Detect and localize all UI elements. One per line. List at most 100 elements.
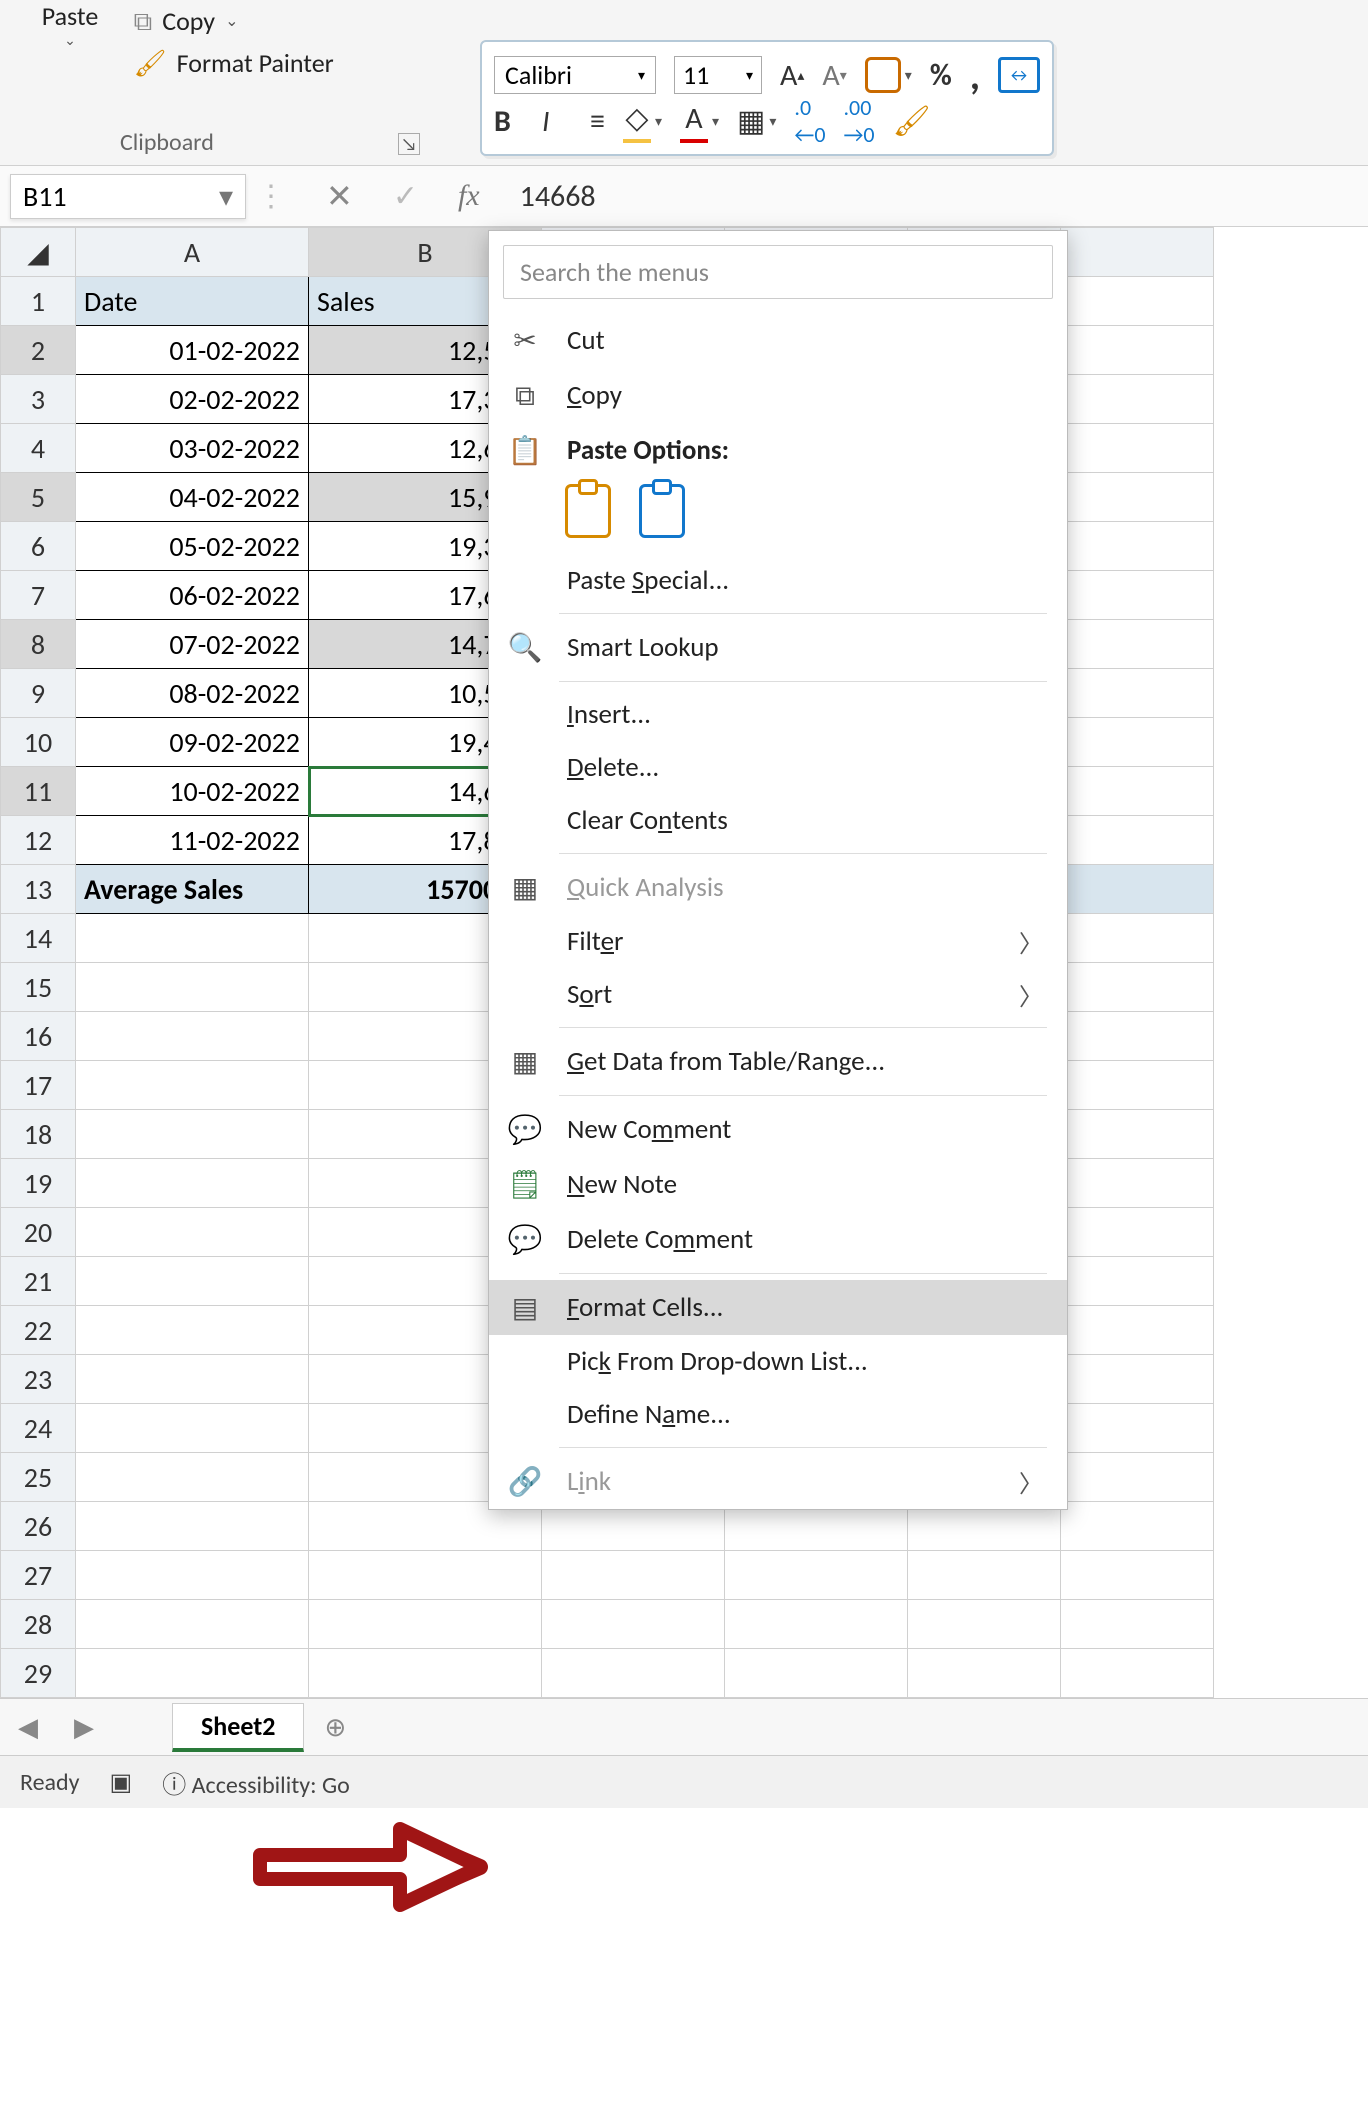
tab-nav-prev-icon[interactable]: ◀ [0,1711,56,1743]
italic-icon[interactable]: I [542,103,572,140]
menu-delete[interactable]: Delete... [489,741,1067,794]
cell[interactable] [1061,620,1214,669]
row-header[interactable]: 28 [1,1600,76,1649]
font-color-icon[interactable]: A [680,100,719,143]
copy-button[interactable]: ⧉ Copy ⌄ [134,0,334,42]
enter-icon[interactable]: ✓ [393,178,418,215]
cell[interactable] [1061,669,1214,718]
cell[interactable] [76,1208,309,1257]
row-header[interactable]: 26 [1,1502,76,1551]
menu-new-comment[interactable]: 💬 New Comment [489,1102,1067,1157]
column-header-A[interactable]: A [76,228,309,277]
row-header[interactable]: 3 [1,375,76,424]
more-icon[interactable]: ⋮ [256,178,286,215]
cell[interactable] [1061,1306,1214,1355]
cell[interactable] [76,1306,309,1355]
increase-font-icon[interactable]: A▴ [780,57,804,94]
cell[interactable]: 02-02-2022 [76,375,309,424]
name-box[interactable]: B11 ▾ [10,174,246,219]
cell[interactable]: 07-02-2022 [76,620,309,669]
cell[interactable] [1061,1502,1214,1551]
cell[interactable] [76,1404,309,1453]
cell[interactable] [1061,277,1214,326]
row-header[interactable]: 25 [1,1453,76,1502]
cell[interactable] [76,1257,309,1306]
cell[interactable] [76,914,309,963]
cell[interactable]: 05-02-2022 [76,522,309,571]
row-header[interactable]: 8 [1,620,76,669]
row-header[interactable]: 5 [1,473,76,522]
row-header[interactable]: 6 [1,522,76,571]
row-header[interactable]: 23 [1,1355,76,1404]
cell[interactable] [725,1600,908,1649]
cell[interactable] [1061,326,1214,375]
formula-value[interactable]: 14668 [520,178,596,215]
menu-cut[interactable]: ✂ Cut [489,313,1067,368]
cell[interactable]: 01-02-2022 [76,326,309,375]
paste-button[interactable]: Paste⌄ [20,0,120,49]
cell[interactable]: 06-02-2022 [76,571,309,620]
paste-option-match-dest-icon[interactable] [639,484,685,538]
menu-smart-lookup[interactable]: 🔍 Smart Lookup [489,620,1067,675]
sheet-tab-active[interactable]: Sheet2 [172,1703,304,1752]
cell[interactable] [1061,1208,1214,1257]
menu-search-input[interactable]: Search the menus [503,245,1053,299]
decrease-font-icon[interactable]: A▾ [822,57,846,94]
row-header[interactable]: 16 [1,1012,76,1061]
row-header[interactable]: 12 [1,816,76,865]
cell[interactable] [725,1551,908,1600]
cell[interactable]: 10-02-2022 [76,767,309,816]
font-name-dropdown[interactable]: Calibri ▾ [494,56,656,94]
cell[interactable] [1061,1600,1214,1649]
cell[interactable] [1061,914,1214,963]
font-size-dropdown[interactable]: 11 ▾ [674,56,762,94]
menu-filter[interactable]: Filter 〉 [489,915,1067,968]
format-painter-button[interactable]: 🖌 Format Painter [134,42,334,84]
menu-get-data[interactable]: ▦ Get Data from Table/Range... [489,1034,1067,1089]
cell[interactable] [1061,1159,1214,1208]
cell[interactable] [309,1649,542,1698]
format-painter-mini-icon[interactable]: 🖌 [893,103,931,140]
row-header[interactable]: 7 [1,571,76,620]
cell[interactable] [76,1502,309,1551]
cell[interactable] [1061,375,1214,424]
row-header[interactable]: 22 [1,1306,76,1355]
cell[interactable] [76,1159,309,1208]
dialog-launcher-icon[interactable]: ↘ [398,133,420,155]
cell[interactable] [1061,816,1214,865]
tab-nav-next-icon[interactable]: ▶ [56,1711,112,1743]
cell[interactable] [1061,522,1214,571]
row-header[interactable]: 21 [1,1257,76,1306]
row-header[interactable]: 13 [1,865,76,914]
cell[interactable] [908,1649,1061,1698]
percent-icon[interactable]: % [930,57,952,94]
cell[interactable] [542,1649,725,1698]
cell[interactable]: 04-02-2022 [76,473,309,522]
cell[interactable] [1061,1453,1214,1502]
decrease-decimal-icon[interactable]: .00→0 [843,94,874,148]
cell[interactable] [1061,1012,1214,1061]
row-header[interactable]: 10 [1,718,76,767]
cell[interactable] [542,1600,725,1649]
cell[interactable] [1061,767,1214,816]
menu-new-note[interactable]: 🗒 New Note [489,1157,1067,1212]
row-header[interactable]: 9 [1,669,76,718]
menu-paste-special[interactable]: Paste Special... [489,554,1067,607]
cancel-icon[interactable]: ✕ [326,177,353,216]
menu-define-name[interactable]: Define Name... [489,1388,1067,1441]
row-header[interactable]: 17 [1,1061,76,1110]
row-header[interactable]: 1 [1,277,76,326]
cell[interactable] [1061,1404,1214,1453]
cell[interactable] [76,1110,309,1159]
cell[interactable] [1061,571,1214,620]
cell[interactable] [1061,1110,1214,1159]
row-header[interactable]: 18 [1,1110,76,1159]
accounting-format-icon[interactable] [865,57,912,93]
cell[interactable] [309,1551,542,1600]
cell[interactable]: 11-02-2022 [76,816,309,865]
menu-insert[interactable]: Insert... [489,688,1067,741]
paste-option-keep-source-icon[interactable] [565,484,611,538]
select-all-corner[interactable]: ◢ [1,228,76,277]
row-header[interactable]: 24 [1,1404,76,1453]
cell[interactable] [1061,865,1214,914]
